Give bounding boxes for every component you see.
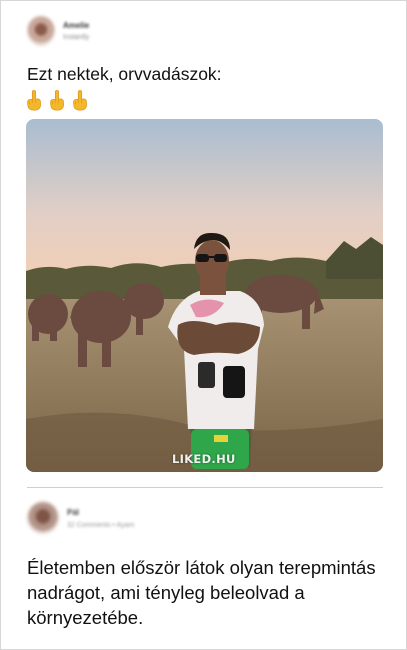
avatar[interactable] [27,16,55,46]
middle-finger-emoji [50,90,64,111]
comment-author-name[interactable]: Pál [67,508,134,517]
middle-finger-emoji [73,90,87,111]
emoji-row [25,89,89,111]
comment-meta: Pál 32 Comments • Ayam [67,508,134,529]
author-name[interactable]: Amelie [63,21,89,30]
post-card: Amelie Instantly Ezt nektek, orvvadászok… [0,0,407,650]
post-meta: Amelie Instantly [63,21,89,42]
divider [27,487,383,488]
post-text: Ezt nektek, orvvadászok: [27,64,222,84]
post-header: Amelie Instantly [27,15,89,47]
comment-text: Életemben először látok olyan terepmintá… [27,557,376,628]
comment-subtitle: 32 Comments • Ayam [67,521,135,529]
watermark: LIKED.HU [172,452,236,466]
author-subtitle: Instantly [63,33,90,41]
post-photo[interactable]: LIKED.HU [26,119,383,472]
photo-illustration [26,119,383,472]
comment-header: Pál 32 Comments • Ayam [27,501,134,535]
middle-finger-emoji [27,90,41,111]
comment-avatar[interactable] [27,502,59,534]
